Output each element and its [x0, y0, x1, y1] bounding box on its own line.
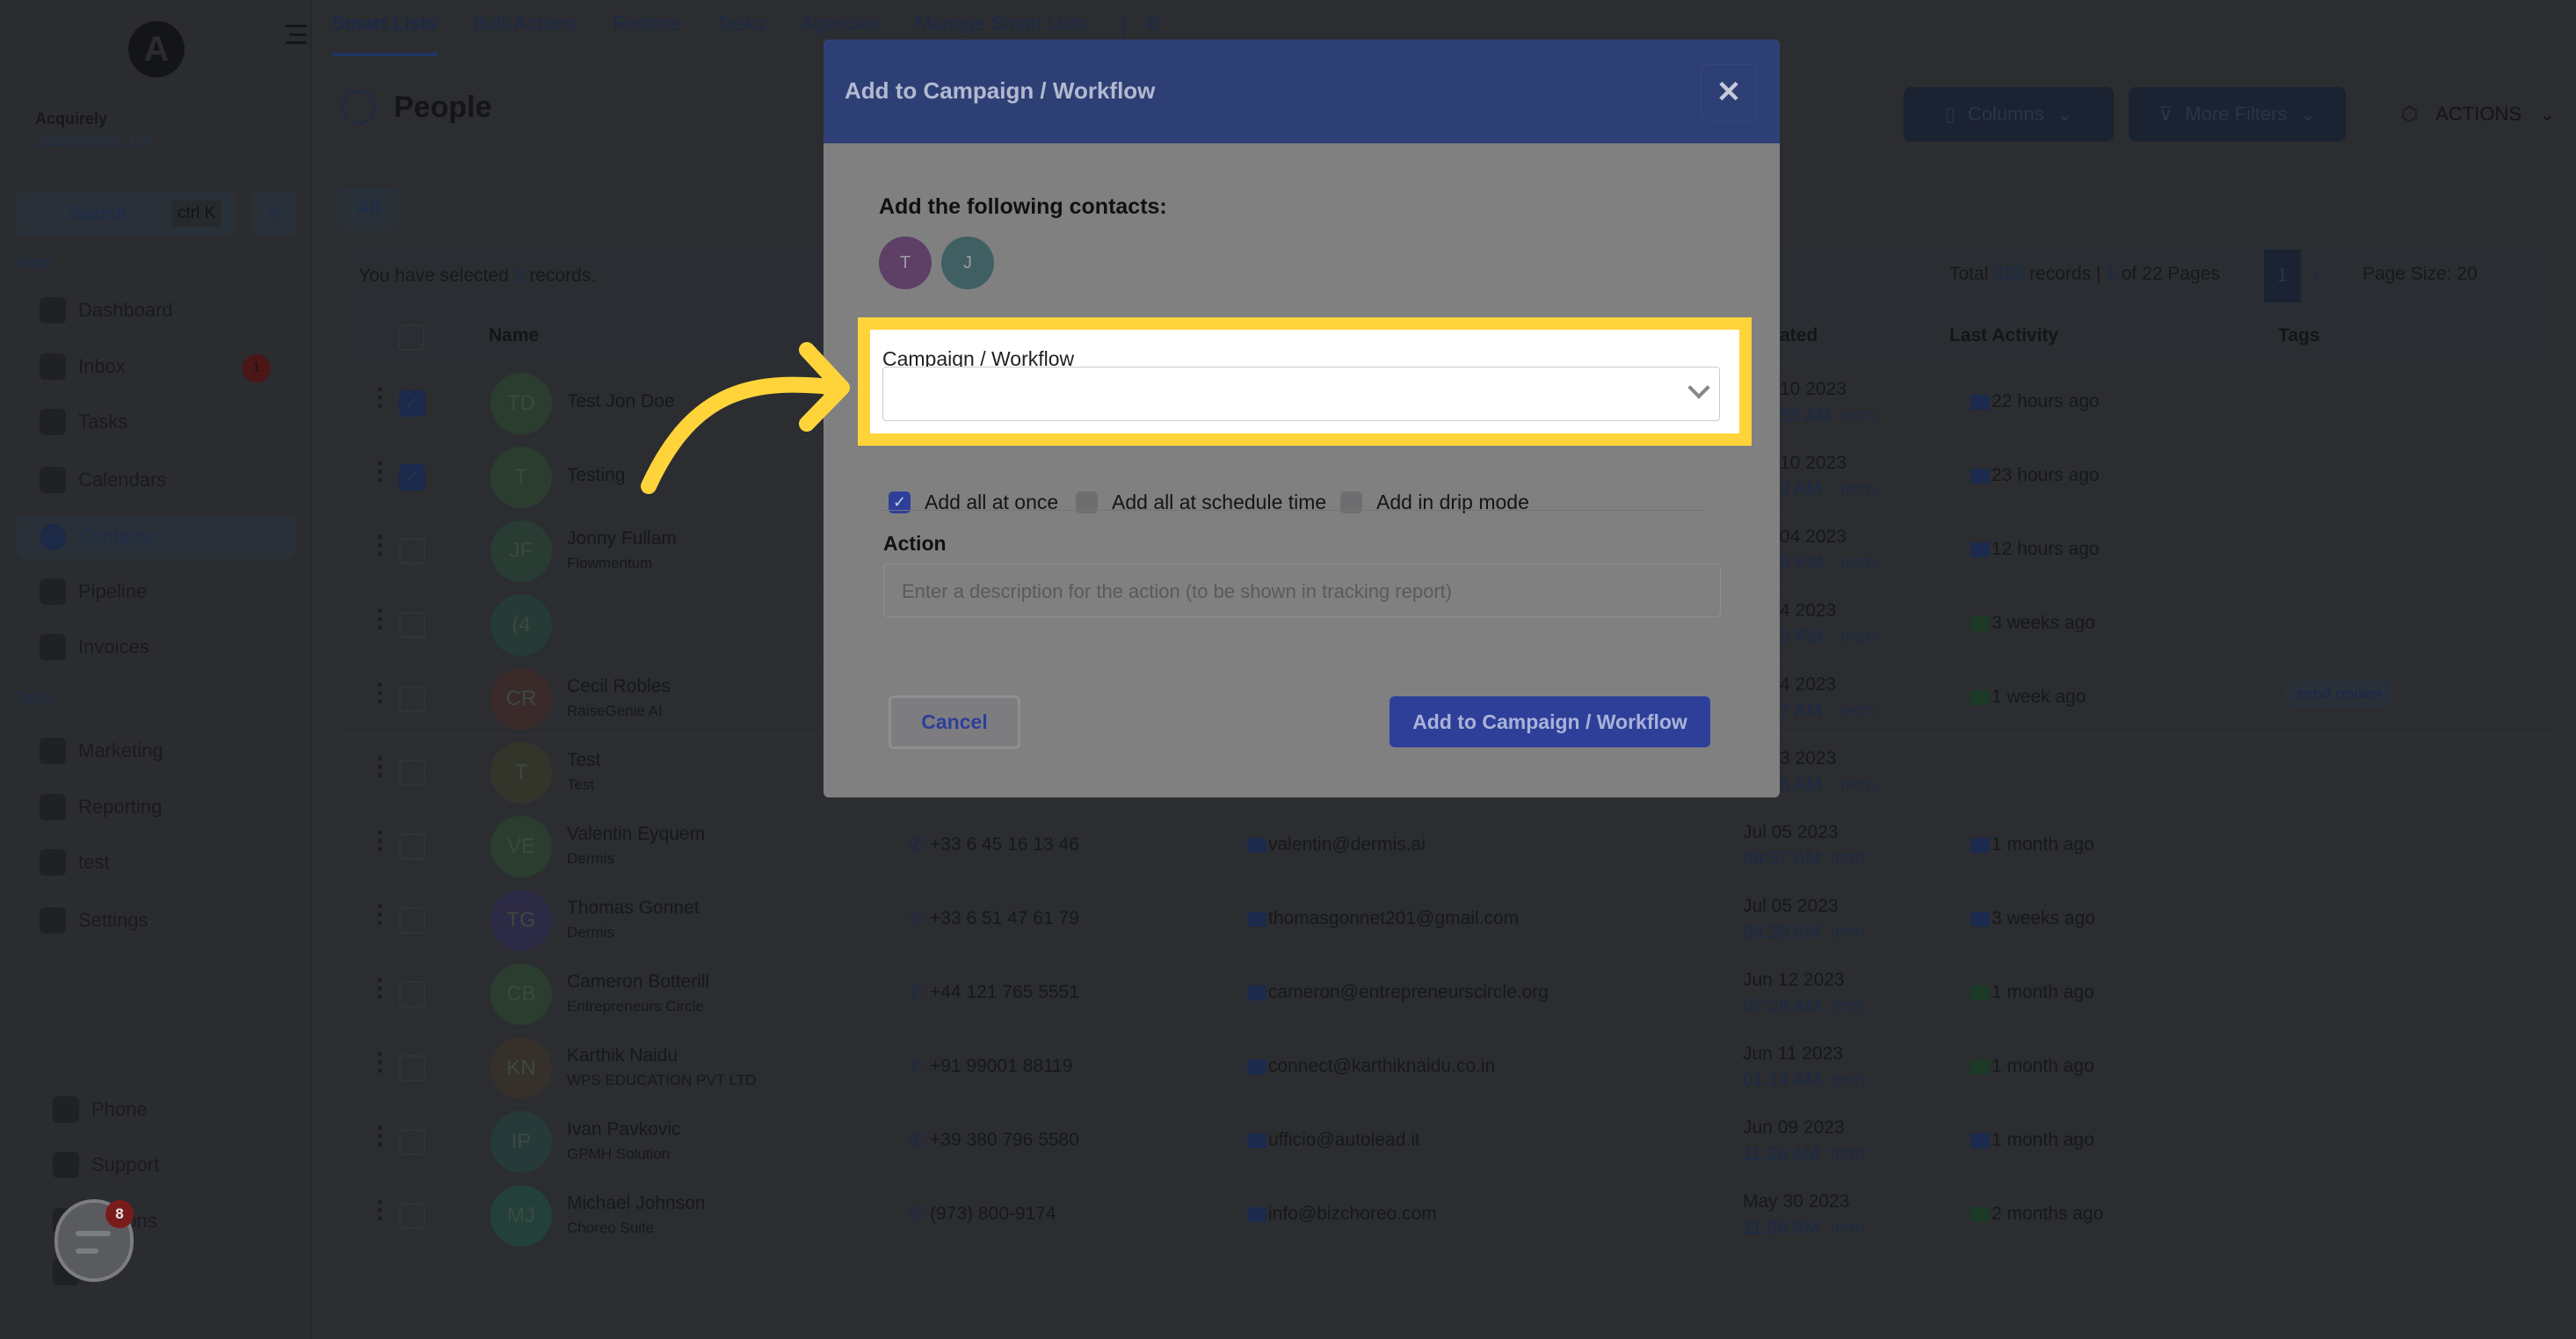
annotation-arrow-icon — [641, 342, 850, 494]
